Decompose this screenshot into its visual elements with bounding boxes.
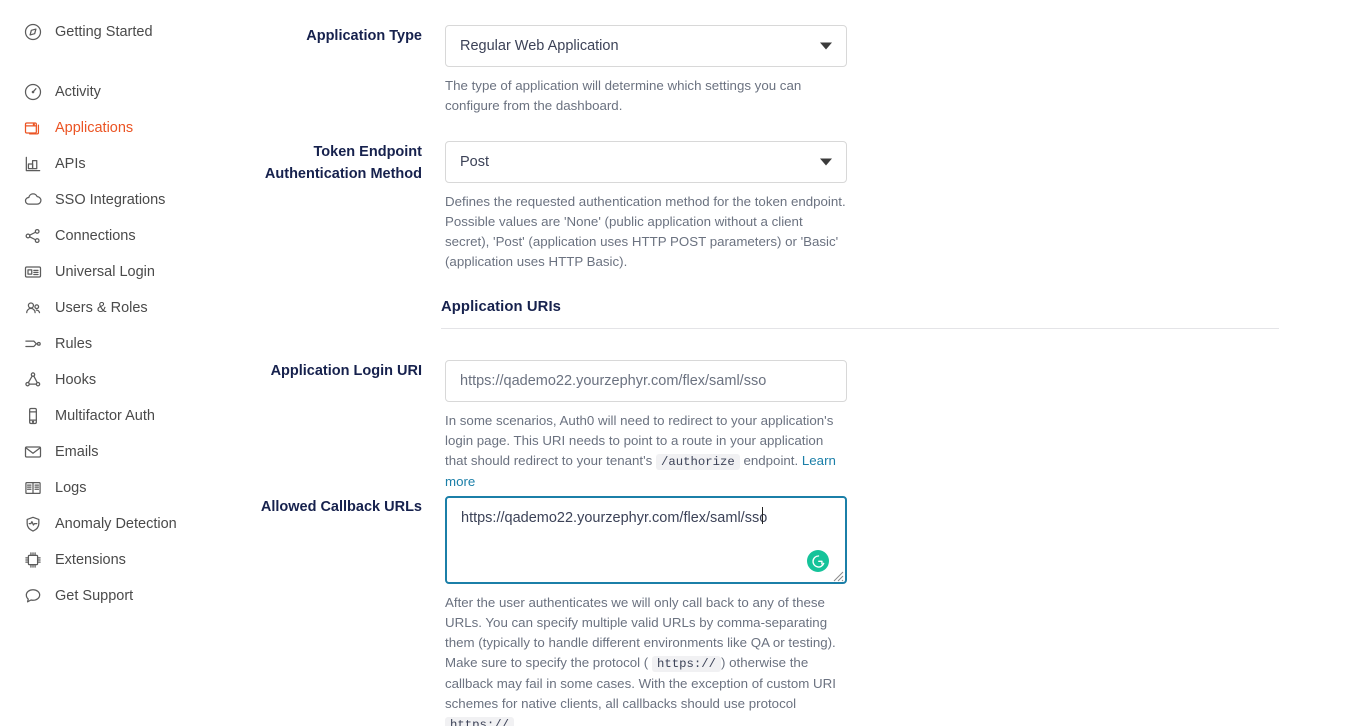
sidebar-item-users-roles[interactable]: Users & Roles <box>0 290 220 326</box>
sidebar-item-label: Rules <box>55 336 93 352</box>
sidebar-item-label: Multifactor Auth <box>55 408 155 424</box>
sidebar-item-logs[interactable]: Logs <box>0 470 220 506</box>
sidebar-item-getting-started[interactable]: Getting Started <box>0 14 220 50</box>
resize-handle[interactable] <box>833 571 844 582</box>
application-type-label: Application Type <box>306 28 422 44</box>
sidebar-item-universal-login[interactable]: Universal Login <box>0 254 220 290</box>
sidebar-item-label: Getting Started <box>55 24 153 40</box>
apis-blocks-icon <box>22 153 44 175</box>
sidebar-item-connections[interactable]: Connections <box>0 218 220 254</box>
allowed-callback-urls-label: Allowed Callback URLs <box>260 499 422 515</box>
sidebar-item-apis[interactable]: APIs <box>0 146 220 182</box>
field-token-endpoint-auth: Token Endpoint Authentication Method Pos… <box>220 141 847 272</box>
sidebar-item-label: APIs <box>55 156 86 172</box>
gauge-icon <box>22 81 44 103</box>
sidebar-item-label: Extensions <box>55 552 126 568</box>
token-endpoint-auth-value: Post <box>460 154 490 170</box>
sidebar-item-applications[interactable]: Applications <box>0 110 220 146</box>
sidebar-item-hooks[interactable]: Hooks <box>0 362 220 398</box>
allowed-callback-urls-textarea[interactable] <box>445 496 847 584</box>
sidebar-item-anomaly-detection[interactable]: Anomaly Detection <box>0 506 220 542</box>
hooks-nodes-icon <box>22 369 44 391</box>
field-application-login-uri: Application Login URI In some scenarios,… <box>220 360 847 492</box>
sidebar-item-label: SSO Integrations <box>55 192 166 208</box>
field-application-type: Application Type Regular Web Application… <box>220 25 847 116</box>
https-code-chip-1: https:// <box>651 656 721 672</box>
allowed-callback-urls-wrap <box>445 496 847 584</box>
cloud-icon <box>22 189 44 211</box>
application-login-uri-label: Application Login URI <box>270 363 422 379</box>
allowed-callback-urls-help: After the user authenticates we will onl… <box>445 593 847 726</box>
help-text-part2: endpoint. <box>739 453 802 468</box>
text-cursor <box>762 507 763 524</box>
sidebar-item-label: Logs <box>55 480 87 496</box>
chevron-down-icon <box>820 42 832 50</box>
rules-arrows-icon <box>22 333 44 355</box>
sidebar-item-label: Connections <box>55 228 136 244</box>
application-type-control: Regular Web Application The type of appl… <box>445 25 847 116</box>
section-divider <box>441 328 1279 329</box>
application-type-value: Regular Web Application <box>460 38 619 54</box>
chip-icon <box>22 549 44 571</box>
mobile-device-icon <box>22 405 44 427</box>
book-logs-icon <box>22 477 44 499</box>
token-endpoint-auth-label: Token Endpoint Authentication Method <box>264 144 422 182</box>
application-login-uri-input[interactable] <box>445 360 847 402</box>
section-application-uris: Application URIs <box>441 299 1279 329</box>
share-nodes-icon <box>22 225 44 247</box>
token-endpoint-auth-help: Defines the requested authentication met… <box>445 194 846 269</box>
field-allowed-callback-urls: Allowed Callback URLs https://qademo22.y… <box>220 496 847 726</box>
https-code-chip-2: https:// <box>445 717 515 726</box>
sidebar-item-label: Users & Roles <box>55 300 148 316</box>
sidebar-item-label: Activity <box>55 84 101 100</box>
sidebar-item-multifactor-auth[interactable]: Multifactor Auth <box>0 398 220 434</box>
sidebar-item-label: Hooks <box>55 372 97 388</box>
envelope-icon <box>22 441 44 463</box>
sidebar-item-emails[interactable]: Emails <box>0 434 220 470</box>
applications-windows-icon <box>22 117 44 139</box>
authorize-code-chip: /authorize <box>655 454 740 470</box>
sidebar-item-get-support[interactable]: Get Support <box>0 578 220 614</box>
token-endpoint-auth-control: Post Defines the requested authenticatio… <box>445 141 847 272</box>
sidebar-item-label: Applications <box>55 120 134 136</box>
sidebar-item-label: Universal Login <box>55 264 155 280</box>
sidebar-item-activity[interactable]: Activity <box>0 74 220 110</box>
compass-icon <box>22 21 44 43</box>
settings-main-content: Application Type Regular Web Application… <box>220 0 1370 726</box>
main-sidebar: Getting Started Activity Applications APIs S… <box>0 0 220 726</box>
auth0-application-settings-page: Getting Started Activity Applications APIs S… <box>0 0 1370 726</box>
application-login-uri-help: In some scenarios, Auth0 will need to re… <box>445 411 847 492</box>
sidebar-item-label: Get Support <box>55 588 134 604</box>
section-title: Application URIs <box>441 299 561 315</box>
users-icon <box>22 297 44 319</box>
shield-heartbeat-icon <box>22 513 44 535</box>
chevron-down-icon <box>820 158 832 166</box>
speech-bubble-icon <box>22 585 44 607</box>
sidebar-item-extensions[interactable]: Extensions <box>0 542 220 578</box>
id-card-icon <box>22 261 44 283</box>
sidebar-item-label: Anomaly Detection <box>55 516 177 532</box>
application-type-help: The type of application will determine w… <box>445 78 802 113</box>
token-endpoint-auth-select[interactable]: Post <box>445 141 847 183</box>
grammarly-icon[interactable] <box>807 550 829 572</box>
help-text-part3: . <box>517 716 522 726</box>
allowed-callback-urls-control: After the user authenticates we will onl… <box>445 496 847 726</box>
sidebar-item-rules[interactable]: Rules <box>0 326 220 362</box>
sidebar-item-label: Emails <box>55 444 99 460</box>
sidebar-item-sso-integrations[interactable]: SSO Integrations <box>0 182 220 218</box>
application-type-select[interactable]: Regular Web Application <box>445 25 847 67</box>
application-login-uri-control: In some scenarios, Auth0 will need to re… <box>445 360 847 492</box>
